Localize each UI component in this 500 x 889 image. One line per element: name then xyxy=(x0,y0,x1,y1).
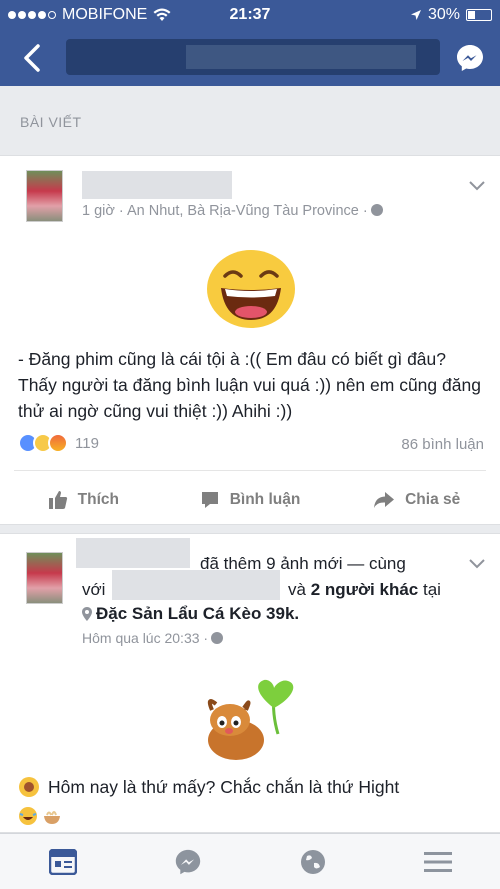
crying-laughing-emoji-icon xyxy=(19,807,37,825)
globe-icon xyxy=(211,632,224,644)
divider xyxy=(14,470,486,471)
hamburger-menu-icon xyxy=(423,851,452,872)
avatar[interactable] xyxy=(26,170,63,222)
location-pin-icon xyxy=(82,607,92,621)
like-button[interactable]: Thích xyxy=(0,484,167,516)
thumbs-up-icon xyxy=(48,491,67,509)
chevron-down-icon[interactable] xyxy=(468,558,486,570)
blurred-tagged-name[interactable] xyxy=(112,570,280,600)
share-arrow-icon xyxy=(374,492,395,508)
tab-messenger[interactable] xyxy=(125,834,250,889)
avatar[interactable] xyxy=(26,552,63,604)
share-button[interactable]: Chia sẻ xyxy=(333,484,500,516)
comment-icon xyxy=(201,492,218,508)
news-feed-icon xyxy=(48,848,77,875)
sunflower-icon xyxy=(19,777,39,797)
tab-bar xyxy=(0,833,500,889)
chevron-down-icon[interactable] xyxy=(468,180,486,192)
post-header-at: tại xyxy=(422,580,441,599)
post-header-with: với xyxy=(82,580,106,599)
post-actions: Thích Bình luận Chia sẻ xyxy=(0,484,500,516)
section-label: BÀI VIẾT xyxy=(20,114,82,130)
battery-percent: 30% xyxy=(427,6,460,23)
angry-reaction-icon xyxy=(48,433,68,453)
back-arrow-icon[interactable] xyxy=(18,40,50,76)
post-meta: 1 giờ · An Nhut, Bà Rịa-Vũng Tàu Provinc… xyxy=(82,203,383,219)
search-bar[interactable] xyxy=(66,39,440,75)
messenger-icon[interactable] xyxy=(454,42,486,74)
blurred-author-name[interactable] xyxy=(82,171,232,199)
nav-bar xyxy=(0,30,500,86)
post-header-and: và xyxy=(288,580,306,599)
pet-with-heart-sticker xyxy=(207,679,294,760)
place-link[interactable]: Đặc Sản Lẩu Cá Kèo 39k. xyxy=(96,604,299,624)
tab-menu[interactable] xyxy=(375,834,500,889)
comment-count[interactable]: 86 bình luận xyxy=(401,436,484,453)
post-text: Hôm nay là thứ mấy? Chắc chắn là thứ Hig… xyxy=(48,776,400,797)
messenger-tab-icon xyxy=(175,849,200,874)
battery-icon xyxy=(466,9,492,21)
post-meta: Hôm qua lúc 20:33 · xyxy=(82,630,224,646)
reactions-summary[interactable]: 119 xyxy=(18,433,99,453)
post-card: 1 giờ · An Nhut, Bà Rịa-Vũng Tàu Provinc… xyxy=(0,155,500,525)
post-card: đã thêm 9 ảnh mới — cùng với và 2 người … xyxy=(0,533,500,833)
laughing-emoji-icon xyxy=(207,250,295,328)
location-arrow-icon xyxy=(410,10,421,20)
tab-news-feed[interactable] xyxy=(0,834,125,889)
globe-icon xyxy=(370,204,383,216)
blurred-title xyxy=(186,45,416,69)
status-bar: MOBIFONE 21:37 30% xyxy=(0,0,500,30)
comment-button[interactable]: Bình luận xyxy=(167,484,334,516)
noodle-bowl-icon xyxy=(44,811,60,824)
reaction-count: 119 xyxy=(75,434,99,452)
tagged-others-link[interactable]: 2 người khác xyxy=(311,580,419,599)
tab-notifications[interactable] xyxy=(250,834,375,889)
blurred-author-name[interactable] xyxy=(76,538,190,568)
post-text: - Đăng phim cũng là cái tội à :(( Em đâu… xyxy=(18,349,481,421)
globe-notifications-icon xyxy=(300,849,325,874)
